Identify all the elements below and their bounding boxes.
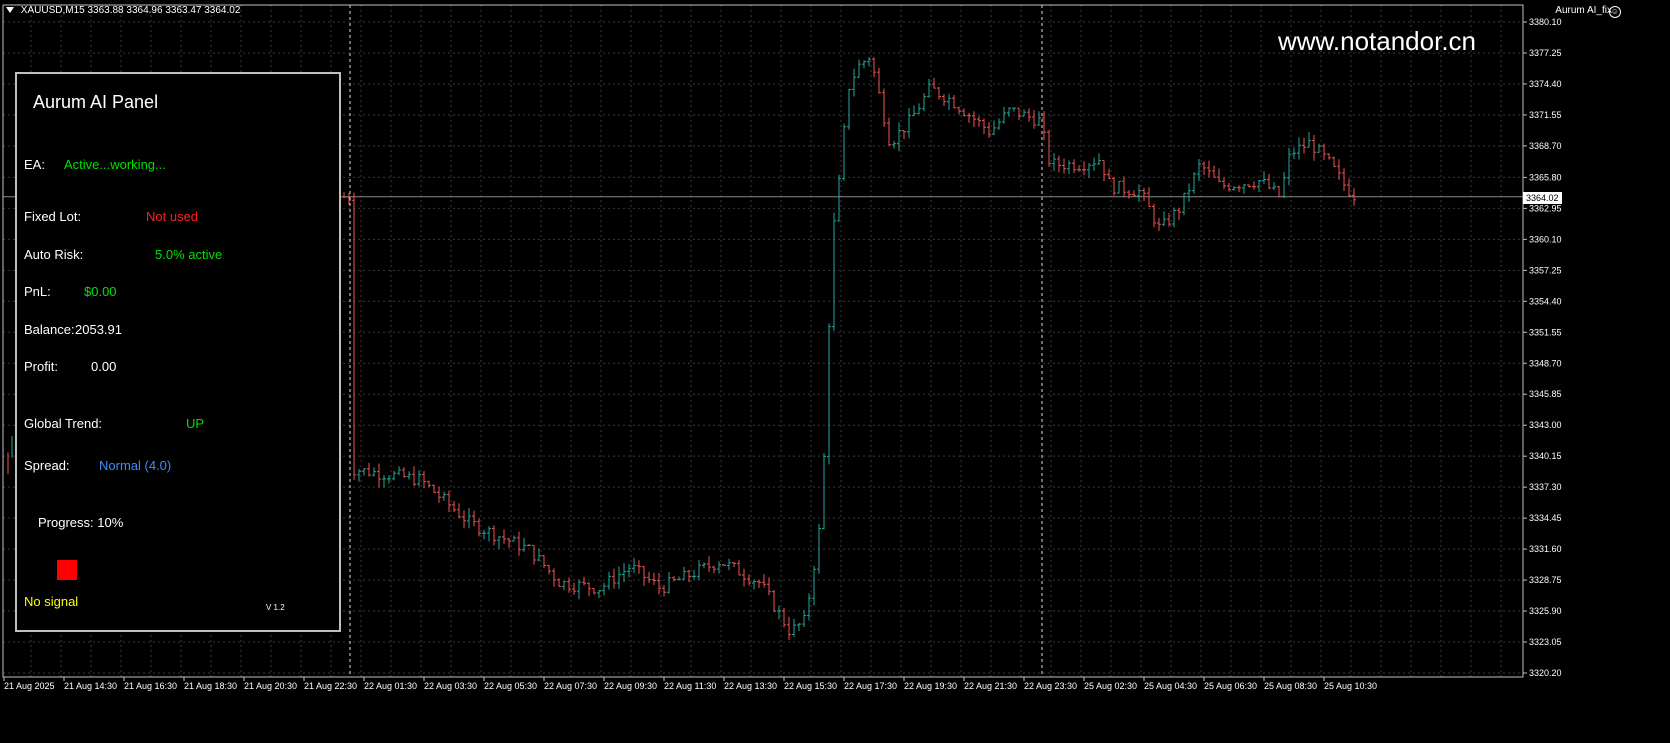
chart-menu-triangle-icon[interactable] [6, 7, 14, 14]
time-axis-label: 21 Aug 2025 [4, 681, 55, 691]
current-price-tag: 3364.02 [1523, 192, 1562, 204]
price-axis-label: 3328.75 [1529, 575, 1562, 585]
time-axis-label: 25 Aug 08:30 [1264, 681, 1317, 691]
watermark-text: www.notandor.cn [1278, 26, 1477, 56]
price-axis-label: 3357.25 [1529, 265, 1562, 275]
time-axis-label: 22 Aug 03:30 [424, 681, 477, 691]
spread-label: Spread: [24, 458, 70, 473]
time-axis-label: 21 Aug 16:30 [124, 681, 177, 691]
price-axis-label: 3340.15 [1529, 451, 1562, 461]
expert-advisor-label[interactable]: Aurum AI_fix [1555, 5, 1612, 16]
time-axis-label: 22 Aug 01:30 [364, 681, 417, 691]
pnl-value: $0.00 [84, 284, 117, 299]
spread-value: Normal (4.0) [99, 458, 172, 473]
auto-risk-value: 5.0% active [155, 247, 223, 262]
price-axis-label: 3320.20 [1529, 668, 1562, 678]
time-axis-label: 25 Aug 10:30 [1324, 681, 1377, 691]
time-axis-label: 21 Aug 14:30 [64, 681, 117, 691]
ea-status-label: EA: [24, 157, 45, 172]
pnl-label: PnL: [24, 284, 51, 299]
panel-title: Aurum AI Panel [33, 92, 159, 112]
symbol-info-bar: XAUUSD,M15 3363.88 3364.96 3363.47 3364.… [6, 5, 240, 16]
aurum-ai-panel: Aurum AI Panel EA: Active...working... F… [15, 72, 341, 632]
price-axis-label: 3365.80 [1529, 172, 1562, 182]
profit-value: 0.00 [91, 359, 117, 374]
global-trend-label: Global Trend: [24, 416, 103, 431]
signal-status: No signal [24, 594, 79, 609]
balance-value: 2053.91 [75, 322, 122, 337]
price-axis-label: 3331.60 [1529, 544, 1562, 554]
time-axis-label: 22 Aug 13:30 [724, 681, 777, 691]
time-axis-label: 25 Aug 04:30 [1144, 681, 1197, 691]
price-axis-label: 3323.05 [1529, 637, 1562, 647]
time-axis-label: 22 Aug 17:30 [844, 681, 897, 691]
price-axis-label: 3343.00 [1529, 420, 1562, 430]
price-axis-label: 3362.95 [1529, 203, 1562, 213]
global-trend-value: UP [186, 416, 205, 431]
time-axis-label: 22 Aug 19:30 [904, 681, 957, 691]
time-axis-label: 21 Aug 22:30 [304, 681, 357, 691]
profit-label: Profit: [24, 359, 58, 374]
fixed-lot-label: Fixed Lot: [24, 209, 82, 224]
price-axis-label: 3337.30 [1529, 482, 1562, 492]
price-axis-label: 3345.85 [1529, 389, 1562, 399]
auto-risk-label: Auto Risk: [24, 247, 84, 262]
version-label: V 1.2 [266, 603, 285, 612]
price-axis-label: 3325.90 [1529, 606, 1562, 616]
price-axis-label: 3368.70 [1529, 141, 1562, 151]
price-axis-label: 3377.25 [1529, 48, 1562, 58]
price-axis-label: 3371.55 [1529, 110, 1562, 120]
price-axis-label: 3354.40 [1529, 296, 1562, 306]
progress-text: Progress: 10% [38, 515, 124, 530]
signal-indicator-square [57, 560, 77, 580]
price-axis-label: 3360.10 [1529, 234, 1562, 244]
time-axis-label: 22 Aug 09:30 [604, 681, 657, 691]
time-axis-label: 22 Aug 11:30 [664, 681, 716, 691]
time-axis-label: 21 Aug 20:30 [244, 681, 297, 691]
symbol-info-text: XAUUSD,M15 3363.88 3364.96 3363.47 3364.… [20, 5, 241, 16]
price-axis-label: 3374.40 [1529, 79, 1562, 89]
balance-label: Balance: [24, 322, 75, 337]
ea-status-value: Active...working... [64, 157, 166, 172]
time-axis-label: 25 Aug 02:30 [1084, 681, 1137, 691]
time-axis-label: 22 Aug 23:30 [1024, 681, 1077, 691]
time-axis-label: 22 Aug 21:30 [964, 681, 1017, 691]
time-axis-label: 22 Aug 05:30 [484, 681, 537, 691]
smiley-icon[interactable]: ☺ [1609, 6, 1621, 18]
time-axis-label: 25 Aug 06:30 [1204, 681, 1257, 691]
price-axis-label: 3348.70 [1529, 358, 1562, 368]
time-axis-label: 22 Aug 07:30 [544, 681, 597, 691]
price-axis-label: 3351.55 [1529, 327, 1562, 337]
fixed-lot-value: Not used [146, 209, 199, 224]
time-axis-label: 22 Aug 15:30 [784, 681, 837, 691]
price-axis-label: 3334.45 [1529, 513, 1562, 523]
price-axis-label: 3380.10 [1529, 17, 1562, 27]
time-axis-label: 21 Aug 18:30 [184, 681, 237, 691]
